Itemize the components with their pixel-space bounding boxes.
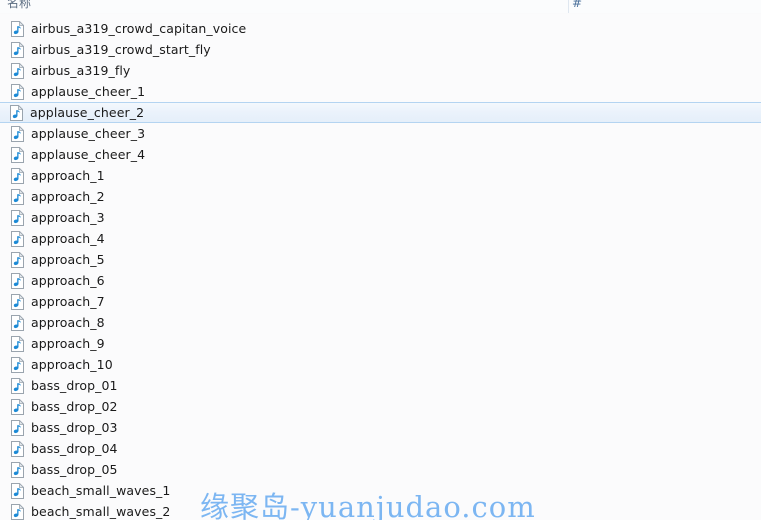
file-row[interactable]: airbus_a319_fly [0,60,761,81]
header-separator [0,13,761,14]
music-note-file-icon [11,230,24,247]
file-row[interactable]: approach_6 [0,270,761,291]
file-name-label: applause_cheer_3 [31,126,146,141]
file-row-selected[interactable]: applause_cheer_2 [0,102,761,123]
music-note-file-icon [11,461,24,478]
file-name-label: approach_1 [31,168,105,183]
file-name-label: airbus_a319_fly [31,63,131,78]
file-name-label: bass_drop_02 [31,399,118,414]
music-note-file-icon [11,188,24,205]
music-note-file-icon [11,419,24,436]
music-note-file-icon [11,272,24,289]
music-note-file-icon [11,167,24,184]
file-name-label: approach_9 [31,336,105,351]
file-row[interactable]: approach_10 [0,354,761,375]
file-row[interactable]: beach_small_waves_2 [0,501,761,520]
file-row[interactable]: approach_1 [0,165,761,186]
music-note-file-icon [10,104,23,121]
file-name-label: approach_10 [31,357,113,372]
column-header-bar: 名称 # [0,0,761,13]
music-note-file-icon [11,209,24,226]
file-name-label: approach_3 [31,210,105,225]
file-row[interactable]: bass_drop_04 [0,438,761,459]
music-note-file-icon [11,398,24,415]
file-name-label: approach_6 [31,273,105,288]
music-note-file-icon [11,314,24,331]
music-note-file-icon [11,251,24,268]
file-row[interactable]: applause_cheer_3 [0,123,761,144]
file-name-label: beach_small_waves_1 [31,483,171,498]
music-note-file-icon [11,482,24,499]
file-name-label: applause_cheer_4 [31,147,146,162]
music-note-file-icon [11,335,24,352]
file-name-label: airbus_a319_crowd_capitan_voice [31,21,247,36]
file-row[interactable]: beach_small_waves_1 [0,480,761,501]
file-explorer-list-view: 名称 # airbus_a319_crowd_capitan_voice airb… [0,0,761,520]
file-name-label: approach_4 [31,231,105,246]
file-row[interactable]: airbus_a319_crowd_capitan_voice [0,18,761,39]
music-note-file-icon [11,125,24,142]
file-row[interactable]: applause_cheer_4 [0,144,761,165]
file-row[interactable]: approach_4 [0,228,761,249]
file-row[interactable]: approach_3 [0,207,761,228]
music-note-file-icon [11,503,24,520]
music-note-file-icon [11,293,24,310]
file-name-label: beach_small_waves_2 [31,504,171,519]
file-row[interactable]: approach_8 [0,312,761,333]
column-header-number[interactable]: # [572,0,582,10]
music-note-file-icon [11,440,24,457]
file-name-label: applause_cheer_1 [31,84,146,99]
music-note-file-icon [11,146,24,163]
music-note-file-icon [11,83,24,100]
file-row[interactable]: applause_cheer_1 [0,81,761,102]
file-row[interactable]: bass_drop_05 [0,459,761,480]
music-note-file-icon [11,62,24,79]
file-row[interactable]: approach_7 [0,291,761,312]
file-name-label: bass_drop_05 [31,462,118,477]
file-row[interactable]: approach_9 [0,333,761,354]
file-name-label: airbus_a319_crowd_start_fly [31,42,211,57]
file-name-label: applause_cheer_2 [30,105,145,120]
file-name-label: approach_7 [31,294,105,309]
column-header-name[interactable]: 名称 [7,0,31,10]
file-name-label: bass_drop_04 [31,441,118,456]
file-name-label: approach_2 [31,189,105,204]
file-name-label: approach_5 [31,252,105,267]
music-note-file-icon [11,377,24,394]
music-note-file-icon [11,41,24,58]
file-row[interactable]: approach_5 [0,249,761,270]
file-row[interactable]: airbus_a319_crowd_start_fly [0,39,761,60]
column-divider[interactable] [568,0,569,13]
file-row[interactable]: approach_2 [0,186,761,207]
music-note-file-icon [11,356,24,373]
file-name-label: bass_drop_01 [31,378,118,393]
file-row[interactable]: bass_drop_02 [0,396,761,417]
file-row[interactable]: bass_drop_01 [0,375,761,396]
music-note-file-icon [11,20,24,37]
file-row[interactable]: bass_drop_03 [0,417,761,438]
file-name-label: bass_drop_03 [31,420,118,435]
file-name-label: approach_8 [31,315,105,330]
file-list: airbus_a319_crowd_capitan_voice airbus_a3… [0,18,761,520]
